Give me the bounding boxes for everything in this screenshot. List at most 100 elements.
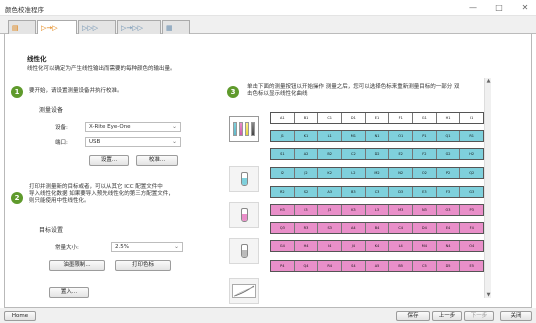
import-button[interactable]: 置入... bbox=[49, 287, 89, 298]
target-patch[interactable]: N4 bbox=[437, 241, 461, 251]
target-patch[interactable]: S1 bbox=[271, 149, 295, 159]
target-patch[interactable]: G3 bbox=[460, 187, 483, 197]
target-patch[interactable]: O4 bbox=[460, 241, 483, 251]
target-patch[interactable]: E1 bbox=[366, 113, 390, 123]
target-patch[interactable]: B1 bbox=[295, 113, 319, 123]
tab-setup[interactable]: ▤ bbox=[8, 20, 36, 34]
device-settings-button[interactable]: 设置... bbox=[89, 155, 129, 166]
target-patch[interactable]: O3 bbox=[437, 205, 461, 215]
target-patch[interactable]: C4 bbox=[389, 223, 414, 233]
home-button[interactable]: Home bbox=[4, 311, 36, 321]
target-patch[interactable]: O1 bbox=[389, 131, 414, 141]
ink-limit-button[interactable]: 油墨限制... bbox=[49, 260, 105, 271]
target-patch[interactable]: C3 bbox=[366, 187, 390, 197]
target-patch[interactable]: S3 bbox=[318, 223, 343, 233]
target-patch[interactable]: B3 bbox=[342, 187, 366, 197]
save-button[interactable]: 保存 bbox=[396, 311, 430, 321]
target-patch[interactable]: J3 bbox=[318, 205, 343, 215]
back-button[interactable]: 上一步 bbox=[432, 311, 462, 321]
target-patch[interactable]: N3 bbox=[413, 205, 437, 215]
tab-save[interactable]: ▦ bbox=[162, 20, 190, 34]
target-patch[interactable]: C5 bbox=[413, 261, 437, 271]
target-patch[interactable]: E5 bbox=[460, 261, 483, 271]
target-patch[interactable]: A2 bbox=[295, 149, 319, 159]
target-patch[interactable]: Q2 bbox=[460, 168, 483, 178]
target-patch[interactable]: K3 bbox=[342, 205, 366, 215]
target-patch[interactable]: L2 bbox=[342, 168, 366, 178]
target-patch[interactable]: R3 bbox=[295, 223, 319, 233]
target-patch[interactable]: R1 bbox=[460, 131, 483, 141]
target-patch[interactable]: D4 bbox=[413, 223, 437, 233]
close-window-button[interactable]: ✕ bbox=[518, 3, 532, 13]
target-patch[interactable]: R2 bbox=[271, 187, 295, 197]
port-select[interactable]: USB ⌄ bbox=[85, 137, 181, 147]
target-patch[interactable]: S2 bbox=[295, 187, 319, 197]
target-patch[interactable]: G1 bbox=[413, 113, 437, 123]
target-patch[interactable]: A4 bbox=[342, 223, 366, 233]
measure-all-thumb[interactable] bbox=[229, 116, 259, 142]
target-patch[interactable]: B4 bbox=[366, 223, 390, 233]
target-scrollbar[interactable]: ▲ ▼ bbox=[484, 78, 491, 298]
target-patch[interactable]: N1 bbox=[366, 131, 390, 141]
target-patch[interactable]: D1 bbox=[342, 113, 366, 123]
target-patch[interactable]: A5 bbox=[366, 261, 390, 271]
target-patch[interactable]: L3 bbox=[366, 205, 390, 215]
target-patch[interactable]: F3 bbox=[437, 187, 461, 197]
target-patch[interactable]: P3 bbox=[460, 205, 483, 215]
black-vial-thumb[interactable] bbox=[229, 238, 259, 264]
target-patch[interactable]: E3 bbox=[413, 187, 437, 197]
target-patch[interactable]: G2 bbox=[437, 149, 461, 159]
target-patch[interactable]: M1 bbox=[342, 131, 366, 141]
target-patch[interactable]: R4 bbox=[318, 261, 343, 271]
target-patch[interactable]: M2 bbox=[366, 168, 390, 178]
target-patch[interactable]: J2 bbox=[295, 168, 319, 178]
target-patch[interactable]: P1 bbox=[413, 131, 437, 141]
tab-profile[interactable]: ▷→▷▷ bbox=[117, 20, 161, 34]
target-patch[interactable]: F4 bbox=[460, 223, 483, 233]
target-patch[interactable]: I2 bbox=[271, 168, 295, 178]
target-patch[interactable]: P4 bbox=[271, 261, 295, 271]
scroll-up-icon[interactable]: ▲ bbox=[485, 78, 492, 84]
target-patch[interactable]: B5 bbox=[389, 261, 414, 271]
target-patch[interactable]: J1 bbox=[271, 131, 295, 141]
target-patch[interactable]: D2 bbox=[366, 149, 390, 159]
target-patch[interactable]: Q1 bbox=[437, 131, 461, 141]
magenta-vial-thumb[interactable] bbox=[229, 202, 259, 228]
target-patch[interactable]: H4 bbox=[295, 241, 319, 251]
target-patch[interactable]: E2 bbox=[389, 149, 414, 159]
minimize-button[interactable]: — bbox=[466, 3, 480, 13]
target-patch[interactable]: A1 bbox=[271, 113, 295, 123]
target-patch[interactable]: H2 bbox=[460, 149, 483, 159]
target-patch[interactable]: I3 bbox=[295, 205, 319, 215]
curve-thumb[interactable] bbox=[229, 278, 259, 304]
target-patch[interactable]: E4 bbox=[437, 223, 461, 233]
next-button[interactable]: 下一步 bbox=[464, 311, 494, 321]
target-patch[interactable]: K2 bbox=[318, 168, 343, 178]
tab-ink-limit[interactable]: ▷▷▷ bbox=[78, 20, 116, 34]
target-patch[interactable]: I4 bbox=[318, 241, 343, 251]
target-patch[interactable]: L1 bbox=[318, 131, 343, 141]
target-patch[interactable]: M4 bbox=[413, 241, 437, 251]
target-patch[interactable]: D5 bbox=[437, 261, 461, 271]
close-button[interactable]: 关闭 bbox=[500, 311, 532, 321]
tab-linearization[interactable]: ▷→▷ bbox=[37, 20, 77, 35]
target-patch[interactable]: K1 bbox=[295, 131, 319, 141]
target-patch[interactable]: A3 bbox=[318, 187, 343, 197]
target-patch[interactable]: Q3 bbox=[271, 223, 295, 233]
device-select[interactable]: X-Rite Eye-One ⌄ bbox=[85, 122, 181, 132]
target-patch[interactable]: L4 bbox=[389, 241, 414, 251]
target-patch[interactable]: N2 bbox=[389, 168, 414, 178]
print-target-button[interactable]: 打印色标 bbox=[115, 260, 171, 271]
target-patch[interactable]: P2 bbox=[437, 168, 461, 178]
target-patch[interactable]: D3 bbox=[389, 187, 414, 197]
target-patch[interactable]: J4 bbox=[342, 241, 366, 251]
calibrate-button[interactable]: 校准... bbox=[136, 155, 178, 166]
target-patch[interactable]: M3 bbox=[389, 205, 414, 215]
scroll-down-icon[interactable]: ▼ bbox=[485, 292, 492, 298]
target-patch[interactable]: H1 bbox=[437, 113, 461, 123]
patch-size-select[interactable]: 2.5% ⌄ bbox=[111, 242, 183, 252]
target-patch[interactable]: I1 bbox=[460, 113, 483, 123]
target-patch[interactable]: K4 bbox=[366, 241, 390, 251]
target-patch[interactable]: F1 bbox=[389, 113, 414, 123]
maximize-button[interactable]: □ bbox=[492, 3, 506, 13]
